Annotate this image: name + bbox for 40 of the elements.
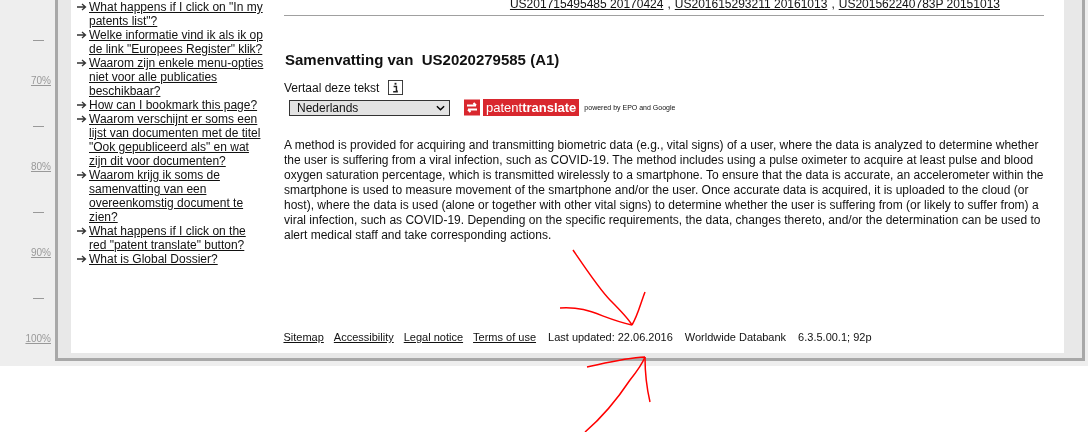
footer-text: Worldwide Databank: [684, 331, 787, 343]
arrow-icon: [77, 59, 87, 67]
chevron-icon: [436, 104, 445, 111]
arrow-icon: [77, 115, 87, 123]
ruler-tick: [33, 298, 44, 299]
faq-link[interactable]: Welke informatie vind ik als ik op de link "Europees Register" klik?: [89, 28, 265, 56]
footer-link[interactable]: Terms of use: [473, 331, 537, 343]
document-link[interactable]: US201715495485 20170424: [509, 0, 664, 11]
document-link[interactable]: US201562240783P 20151013: [838, 0, 1000, 11]
swap-icon[interactable]: [464, 99, 480, 116]
info-icon[interactable]: [388, 80, 404, 95]
ruler-tick: [33, 212, 44, 213]
arrow-icon: [77, 171, 87, 179]
faq-link[interactable]: Waarom verschijnt er soms een lijst van documenten met de titel "Ook gepubliceerd als" en wat zijn dit voor documenten?: [89, 112, 265, 168]
arrow-icon: [77, 227, 87, 235]
faq-link[interactable]: What is Global Dossier?: [89, 252, 218, 266]
separator: ,: [831, 0, 835, 11]
ruler-tick: [33, 40, 44, 41]
footer-link[interactable]: Sitemap: [283, 331, 324, 343]
abstract-title: Samenvatting van US2020279585 (A1): [285, 51, 561, 68]
faq-link[interactable]: What happens if I click on the red "patent translate" button?: [89, 224, 265, 252]
faq-link[interactable]: Waarom krijg ik soms de samenvatting van een overeenkomstig document te zien?: [89, 168, 265, 224]
footer-link[interactable]: Legal notice: [403, 331, 464, 343]
translate-label: Vertaal deze tekst: [284, 80, 380, 95]
document-link[interactable]: US201615293211 20161013: [674, 0, 828, 11]
abstract-text: A method is provided for acquiring and transmitting biometric data (e.g., vital signs) of a user, where the data is analyzed to determine whether the user is suffering from a viral infection, such as COVID-19. The method includes using a pulse oximeter to acquire at least pulse and blood oxygen saturation percentage, which is transmitted wirelessly to a smartphone. To ensure that the data is accurate, an accelerometer within the smartphone is used to measure movement of the smartphone and/or the user. Once accurate data is acquired, it is uploaded to the cloud (or host), where the data is used (alone or together with other vital signs) to determine whether the user is suffering from (or likely to suffer from) a viral infection, such as COVID-19. Depending on the specific requirements, the data, changes thereto, and/or the determination can be used to alert medical staff and take corresponding actions.: [284, 138, 1045, 243]
faq-link[interactable]: What happens if I click on "In my patents list"?: [89, 0, 265, 28]
language-dropdown[interactable]: Nederlands: [289, 99, 450, 116]
footer-link[interactable]: Accessibility: [333, 331, 394, 343]
footer-text: Last updated: 22.06.2016: [548, 331, 673, 343]
arrow-icon: [77, 3, 87, 11]
footer-text: 6.3.5.00.1; 92p: [798, 331, 872, 343]
faq-link[interactable]: How can I bookmark this page?: [89, 98, 258, 112]
patent-translate-button[interactable]: patenttranslate: [483, 99, 580, 116]
arrow-icon: [77, 101, 87, 109]
arrow-icon: [77, 255, 87, 263]
arrow-icon: [77, 31, 87, 39]
faq-link[interactable]: Waarom zijn enkele menu-opties niet voor alle publicaties beschikbaar?: [89, 56, 265, 98]
ruler-tick: [33, 126, 44, 127]
separator: ,: [667, 0, 671, 11]
